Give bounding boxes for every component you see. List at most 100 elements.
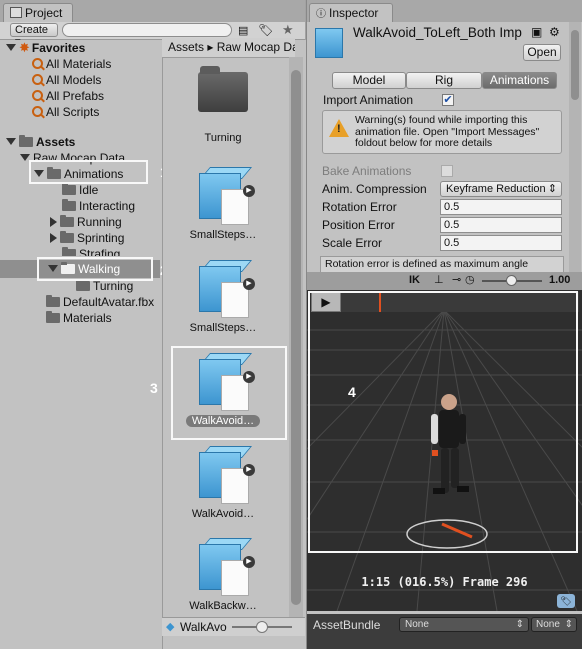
- create-button[interactable]: Create ▾: [10, 23, 58, 48]
- collapsed-arrow-icon: [50, 217, 57, 227]
- tab-label: Animations: [489, 73, 550, 87]
- tab-animations[interactable]: Animations: [482, 72, 557, 89]
- preview-time-label: 1:15 (016.5%) Frame 296: [361, 575, 528, 589]
- settings-gear-icon[interactable]: ⚙: [549, 25, 560, 39]
- favorite-label: All Scripts: [46, 105, 100, 119]
- asset-animation[interactable]: ▶ SmallSteps…: [173, 167, 273, 241]
- animation-clip-icon: ▶: [195, 446, 255, 506]
- collapsed-arrow-icon: [50, 233, 57, 243]
- tree-item-label: Running: [77, 215, 122, 229]
- folder-icon: [62, 247, 76, 256]
- tab-model[interactable]: Model: [332, 72, 406, 89]
- favorite-star-icon[interactable]: ★: [282, 22, 294, 38]
- folder-icon: [76, 279, 90, 291]
- ik-toggle[interactable]: IK: [409, 274, 420, 286]
- scale-error-field[interactable]: 0.5: [440, 235, 562, 251]
- breadcrumb-item[interactable]: Assets: [168, 40, 204, 54]
- anim-compression-label: Anim. Compression: [322, 182, 427, 196]
- favorites-header[interactable]: ✸ Favorites: [6, 40, 85, 56]
- help-book-icon[interactable]: ▣: [531, 25, 542, 39]
- warning-text: Warning(s) found while importing this an…: [355, 114, 540, 149]
- tab-label: Model: [352, 73, 386, 87]
- speed-icon[interactable]: ⊸: [452, 273, 461, 286]
- search-input[interactable]: [62, 23, 232, 37]
- timer-icon[interactable]: ◷: [465, 273, 475, 286]
- asset-animation[interactable]: ▶ WalkBackw…: [173, 538, 273, 612]
- asset-label-icon[interactable]: 🏷: [557, 594, 575, 608]
- asset-label: SmallSteps…: [189, 322, 257, 334]
- inspector-scroll-thumb[interactable]: [571, 30, 579, 100]
- favorite-label: All Models: [46, 73, 102, 87]
- warning-box: ! Warning(s) found while importing this …: [322, 110, 562, 154]
- rotation-error-field[interactable]: 0.5: [440, 199, 562, 215]
- star-icon: ✸: [19, 40, 30, 55]
- tab-inspector[interactable]: ⓘ Inspector: [309, 3, 393, 22]
- tree-item[interactable]: Running: [50, 214, 122, 230]
- inspector-tab-label: Inspector: [329, 6, 379, 20]
- assets-header[interactable]: Assets: [6, 134, 75, 150]
- breadcrumb-item[interactable]: Raw Mocap Data: [217, 40, 295, 54]
- anim-compression-dropdown[interactable]: Keyframe Reduction ⇕: [440, 181, 562, 197]
- asset-label: WalkBackw…: [189, 600, 257, 612]
- tree-item-label: Idle: [79, 183, 99, 197]
- filter-label-icon[interactable]: 🏷: [258, 23, 273, 37]
- search-icon: [32, 90, 43, 101]
- favorite-item[interactable]: All Scripts: [32, 104, 99, 120]
- folder-icon: [46, 311, 60, 323]
- playback-speed-thumb[interactable]: [506, 275, 517, 286]
- create-label: Create: [15, 24, 49, 36]
- warning-icon: !: [329, 119, 349, 137]
- tree-item-label: Turning: [93, 279, 134, 293]
- tree-item-label: Materials: [63, 311, 112, 325]
- favorite-item[interactable]: All Models: [32, 72, 101, 88]
- favorite-item[interactable]: All Prefabs: [32, 88, 104, 104]
- annotation-3: 3: [150, 380, 158, 396]
- assets-label: Assets: [36, 135, 76, 149]
- folder-icon: [198, 66, 248, 112]
- search-icon: [32, 74, 43, 85]
- assetbundle-variant-dropdown[interactable]: None ⇕: [531, 617, 577, 632]
- assetbundle-dropdown[interactable]: None ⇕: [399, 617, 529, 632]
- highlight-box-preview: [308, 291, 578, 553]
- position-error-field[interactable]: 0.5: [440, 217, 562, 233]
- dropdown-arrow-icon: ⇕: [564, 619, 573, 630]
- folder-icon: [46, 295, 60, 307]
- folder-icon: [60, 231, 74, 243]
- asset-label: WalkAvoid…: [191, 508, 255, 520]
- compression-help-text: Rotation error is defined as maximum ang…: [320, 256, 564, 272]
- import-animation-checkbox[interactable]: ✔: [442, 94, 454, 106]
- tree-item[interactable]: Interacting: [62, 198, 135, 214]
- tree-item-label: Strafing: [79, 247, 121, 256]
- tree-item[interactable]: Materials: [46, 310, 112, 326]
- assetbundle-bar: AssetBundle None ⇕ None ⇕: [307, 614, 582, 649]
- asset-folder-turning[interactable]: Turning: [173, 66, 273, 144]
- expand-arrow-icon: [6, 138, 16, 145]
- inspector-title: WalkAvoid_ToLeft_Both Imp: [353, 25, 522, 40]
- import-animation-label: Import Animation: [323, 93, 414, 107]
- assetbundle-label: AssetBundle: [313, 618, 381, 632]
- preview-toolbar: IK ⊥ ⊸ ◷ 1.00: [307, 272, 582, 291]
- tree-item[interactable]: Strafing: [62, 246, 120, 256]
- tab-rig[interactable]: Rig: [406, 72, 482, 89]
- breadcrumb: Assets ▸ Raw Mocap Data: [162, 38, 295, 58]
- favorite-item[interactable]: All Materials: [32, 56, 111, 72]
- tree-item[interactable]: Idle: [62, 182, 98, 198]
- icon-size-slider-thumb[interactable]: [256, 621, 268, 633]
- tab-project[interactable]: Project: [3, 3, 73, 22]
- open-label: Open: [527, 45, 557, 59]
- asset-animation[interactable]: ▶ SmallSteps…: [173, 260, 273, 334]
- tab-label: Rig: [434, 73, 453, 87]
- animation-clip-icon: ▶: [195, 167, 255, 227]
- pivot-icon[interactable]: ⊥: [434, 273, 444, 286]
- open-button[interactable]: Open: [523, 44, 561, 61]
- bake-animations-checkbox[interactable]: [441, 165, 453, 177]
- project-panel: Project Create ▾ ▤ 🏷 ★ ✸Favorites All Ma…: [0, 0, 306, 649]
- tree-item[interactable]: Sprinting: [50, 230, 124, 246]
- dropdown-value: None: [405, 619, 429, 630]
- selected-asset-name: WalkAvo: [180, 620, 227, 634]
- tree-item[interactable]: DefaultAvatar.fbx: [46, 294, 154, 310]
- dropdown-value: Keyframe Reduction: [446, 183, 546, 195]
- asset-animation[interactable]: ▶ WalkAvoid…: [173, 446, 273, 520]
- filter-type-icon[interactable]: ▤: [238, 24, 248, 37]
- grid-scroll-thumb[interactable]: [291, 70, 301, 605]
